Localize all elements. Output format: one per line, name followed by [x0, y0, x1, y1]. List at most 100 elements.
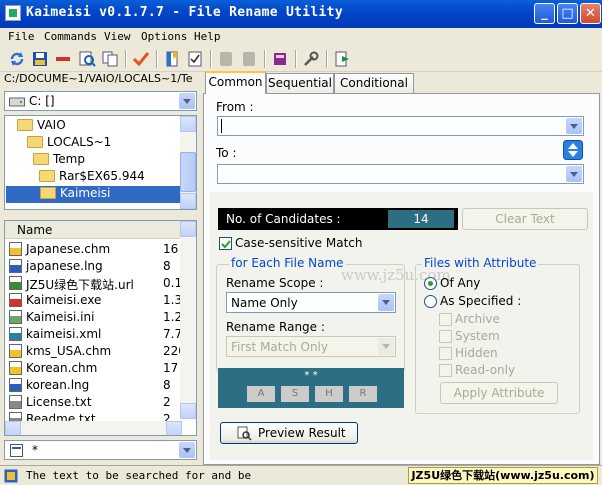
scroll-down-button[interactable]	[180, 403, 196, 419]
list-item[interactable]: korean.lng 8	[5, 377, 182, 394]
maximize-button[interactable]: □	[557, 3, 578, 24]
preview-result-label: Preview Result	[258, 426, 346, 440]
chevron-down-icon[interactable]	[179, 442, 195, 458]
tree-scrollbar[interactable]	[180, 116, 196, 209]
scroll-thumb[interactable]	[180, 152, 196, 192]
scroll-left-button[interactable]	[5, 421, 21, 435]
tree-item-locals[interactable]: LOCALS~1	[27, 135, 111, 152]
scroll-up-button[interactable]	[180, 116, 196, 132]
menu-options[interactable]: Options	[141, 30, 187, 43]
list-hscrollbar[interactable]	[5, 421, 182, 435]
apply-attribute-button[interactable]: Apply Attribute	[440, 382, 558, 404]
list-item[interactable]: Kaimeisi.exe 1.3	[5, 292, 182, 309]
file-icon	[10, 444, 23, 457]
chevron-down-icon[interactable]	[566, 166, 582, 182]
toolbar-separator	[210, 50, 212, 68]
to-label: To :	[216, 146, 237, 160]
save-icon[interactable]	[31, 50, 49, 68]
candidates-label: No. of Candidates :	[226, 212, 341, 226]
check-icon[interactable]	[132, 50, 150, 68]
attribute-panel-title: * *	[304, 370, 318, 381]
rename-range-value: First Match Only	[231, 340, 328, 354]
checkmark-icon	[221, 240, 231, 249]
attr-system-button[interactable]: S	[281, 386, 309, 402]
list-item[interactable]: Korean.chm 17	[5, 360, 182, 377]
book-icon[interactable]	[271, 50, 289, 68]
toolbar-separator	[264, 50, 266, 68]
close-button[interactable]: ✕	[580, 3, 601, 24]
list-item[interactable]: kms_USA.chm 220	[5, 343, 186, 360]
swap-icon[interactable]	[563, 140, 583, 160]
menu-help[interactable]: Help	[194, 30, 221, 43]
filter-select[interactable]: *	[4, 440, 197, 460]
attr-hidden-button[interactable]: H	[315, 386, 343, 402]
minimize-button[interactable]: _	[534, 3, 555, 24]
rename-scope-select[interactable]: Name Only	[226, 292, 396, 313]
attr-archive-button[interactable]: A	[247, 386, 275, 402]
preview-result-button[interactable]: Preview Result	[220, 422, 358, 444]
chevron-down-icon[interactable]	[378, 338, 394, 355]
folder-open-icon	[33, 153, 49, 165]
menu-commands[interactable]: Commands	[44, 30, 97, 43]
drive-select[interactable]: C: []	[4, 91, 197, 111]
of-any-radio[interactable]	[424, 277, 437, 290]
tool-icon[interactable]	[302, 50, 320, 68]
delete-icon[interactable]	[54, 50, 72, 68]
list-icon[interactable]	[186, 50, 204, 68]
read-only-checkbox[interactable]	[439, 364, 452, 377]
chevron-down-icon[interactable]	[378, 294, 394, 311]
from-input[interactable]	[217, 116, 584, 136]
list-vscrollbar[interactable]	[180, 221, 196, 419]
file-name: Kaimeisi.exe	[26, 293, 102, 307]
rename-range-select[interactable]: First Match Only	[226, 336, 396, 357]
file-name: License.txt	[26, 395, 92, 409]
refresh-icon[interactable]	[8, 50, 26, 68]
system-checkbox[interactable]	[439, 330, 452, 343]
tab-common[interactable]: Common	[205, 71, 266, 94]
from-label: From :	[216, 100, 254, 114]
text-cursor	[221, 119, 222, 133]
as-specified-radio[interactable]	[424, 295, 437, 308]
tab-conditional-1[interactable]: Conditional 1	[334, 73, 414, 108]
chevron-down-icon[interactable]	[179, 93, 195, 109]
bookmark-icon[interactable]	[163, 50, 181, 68]
hidden-checkbox[interactable]	[439, 347, 452, 360]
toolbar-separator	[156, 50, 158, 68]
list-header[interactable]: Name	[5, 221, 182, 239]
list-item[interactable]: License.txt 2	[5, 394, 182, 411]
scroll-right-button[interactable]	[166, 421, 182, 435]
search-icon[interactable]	[78, 50, 96, 68]
copy-icon[interactable]	[101, 50, 119, 68]
chevron-down-icon[interactable]	[566, 118, 582, 134]
folder-open-icon	[40, 187, 56, 199]
case-sensitive-checkbox[interactable]	[219, 237, 232, 250]
to-input[interactable]	[217, 164, 584, 184]
list-item[interactable]: JZ5U绿色下载站.url 0.1	[5, 275, 182, 292]
tree-item-rar[interactable]: Rar$EX65.944	[39, 169, 145, 186]
list-item[interactable]: Kaimeisi.ini 1.2	[5, 309, 182, 326]
tree-item-vaio[interactable]: VAIO	[17, 118, 66, 135]
clear-text-button[interactable]: Clear Text	[462, 208, 588, 230]
list-item[interactable]: kaimeisi.xml 7.7	[5, 326, 182, 343]
toolbar-separator	[295, 50, 297, 68]
file-name: Japanese.chm	[26, 242, 111, 256]
file-icon	[9, 361, 22, 375]
column-name[interactable]: Name	[17, 223, 52, 237]
scroll-down-button[interactable]	[180, 193, 196, 209]
file-icon	[9, 310, 22, 324]
menu-bar: File Commands View Options Help	[0, 28, 602, 46]
tab-sequential[interactable]: Sequential	[266, 73, 334, 93]
tree-item-temp[interactable]: Temp	[33, 152, 85, 169]
attr-readonly-button[interactable]: R	[349, 386, 377, 402]
file-size: 8	[163, 378, 171, 392]
folder-open-icon	[39, 170, 55, 182]
scroll-up-button[interactable]	[180, 221, 196, 237]
menu-view[interactable]: View	[104, 30, 131, 43]
archive-checkbox[interactable]	[439, 313, 452, 326]
list-item[interactable]: Japanese.chm 16	[5, 241, 182, 258]
tree-item-kaimeisi[interactable]: Kaimeisi	[6, 186, 181, 203]
list-item[interactable]: japanese.lng 8	[5, 258, 182, 275]
file-name: Kaimeisi.ini	[26, 310, 95, 324]
menu-file[interactable]: File	[8, 30, 35, 43]
exit-icon[interactable]	[333, 50, 351, 68]
